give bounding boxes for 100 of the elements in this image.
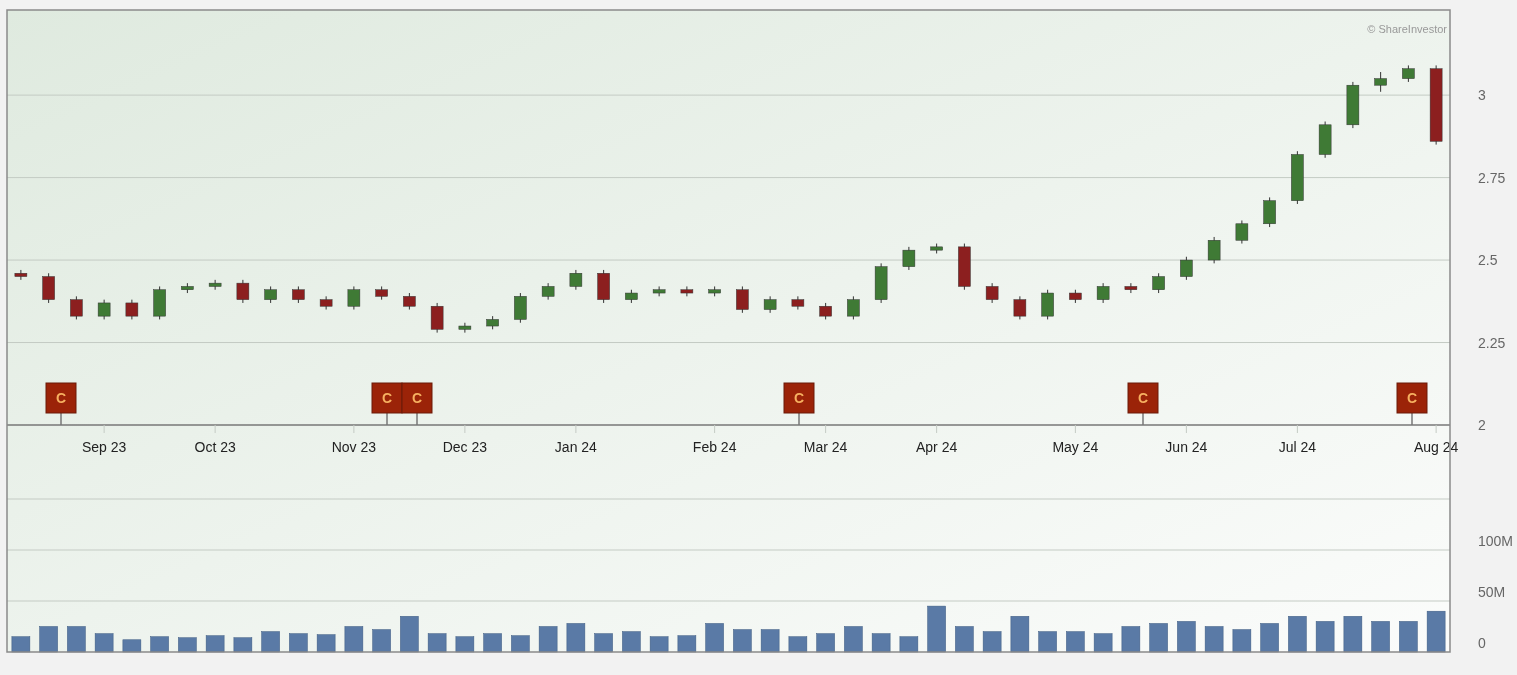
volume-bar (566, 623, 586, 653)
volume-bar (871, 633, 891, 653)
volume-bar (927, 605, 946, 653)
candlestick (736, 285, 749, 314)
price-axis-label: 2.25 (1478, 334, 1506, 351)
candlestick (1207, 236, 1221, 264)
candlestick (153, 285, 166, 320)
volume-bar (1343, 616, 1363, 653)
candlestick (541, 282, 555, 301)
volume-axis-label: 0 (1478, 635, 1486, 651)
candlestick (1263, 196, 1276, 228)
volume-bar (705, 623, 724, 653)
volume-bar (11, 636, 31, 653)
candlestick (1152, 272, 1165, 294)
volume-bar (1288, 616, 1307, 653)
candlestick (403, 292, 416, 311)
candlestick (375, 285, 388, 301)
volume-bar (899, 636, 919, 653)
date-axis-label: Jun 24 (1165, 439, 1208, 455)
candlestick (430, 302, 444, 334)
volume-bar (760, 629, 780, 653)
volume-bar (733, 629, 752, 653)
candlestick (1180, 256, 1193, 281)
candlestick (874, 262, 888, 304)
volume-bar (150, 636, 169, 653)
volume-bar (1066, 631, 1085, 653)
candlestick (292, 285, 305, 304)
volume-bar (1177, 621, 1196, 653)
candlestick (264, 285, 277, 304)
date-axis-label: May 24 (1052, 439, 1099, 455)
date-axis-label: Sep 23 (81, 439, 127, 455)
candlestick (1318, 121, 1332, 159)
volume-bar (1371, 621, 1390, 653)
volume-bar (400, 616, 419, 653)
volume-bar (1232, 629, 1252, 653)
volume-bar (955, 626, 974, 653)
candlestick (208, 279, 222, 291)
volume-bar (538, 626, 558, 653)
candlestick (791, 295, 805, 311)
volume-bar (1315, 621, 1335, 653)
candlestick (125, 299, 139, 320)
date-axis-label: Dec 23 (442, 439, 488, 455)
candlestick (819, 302, 832, 320)
candlestick (763, 295, 777, 314)
candlestick (14, 269, 28, 281)
volume-bar (1121, 626, 1141, 653)
volume-bar (1204, 626, 1224, 653)
date-axis-label: Feb 24 (692, 439, 737, 455)
candlestick (569, 269, 583, 291)
candlestick (680, 285, 694, 297)
candlestick (847, 295, 860, 320)
candlestick (902, 246, 916, 271)
price-axis-label: 3 (1478, 87, 1486, 104)
volume-bar (594, 633, 613, 653)
candlestick (1041, 289, 1054, 320)
volume-bar (94, 633, 114, 653)
date-axis-label: Apr 24 (916, 439, 958, 455)
candlestick (1096, 282, 1110, 304)
date-axis-label: Jan 24 (554, 439, 597, 455)
volume-axis-label: 50M (1478, 584, 1506, 600)
candlestick (1069, 289, 1082, 304)
date-axis-label: Nov 23 (331, 439, 377, 455)
candlestick (319, 295, 333, 311)
candlestick (236, 279, 250, 304)
date-axis-label: Mar 24 (803, 439, 848, 455)
volume-bar (788, 636, 808, 653)
candlestick (1291, 150, 1304, 205)
candlestick (1374, 71, 1387, 93)
volume-bar (982, 631, 1002, 653)
candlestick (97, 299, 111, 320)
candlestick (1402, 64, 1415, 83)
volume-bar (1010, 616, 1030, 653)
volume-bar (1038, 631, 1057, 653)
candlestick (1124, 282, 1138, 294)
volume-bar (455, 636, 475, 653)
volume-bar (844, 626, 863, 653)
price-axis-label: 2.5 (1478, 252, 1498, 269)
candlestick (597, 269, 610, 304)
candlestick (1346, 81, 1360, 129)
candlestick (1235, 219, 1249, 245)
candlestick (930, 243, 943, 254)
date-axis-label: Jul 24 (1278, 439, 1317, 455)
volume-bar (622, 631, 641, 653)
price-axis-label: 2.75 (1478, 169, 1506, 186)
volume-bar (1260, 623, 1279, 653)
volume-bar (1093, 633, 1113, 653)
volume-bar (316, 634, 336, 653)
volume-bar (427, 633, 447, 653)
candlestick (42, 272, 55, 304)
candlestick (708, 285, 721, 297)
volume-bar (372, 629, 391, 653)
candlestick (958, 243, 971, 291)
volume-bar (289, 633, 308, 653)
candlestick (181, 282, 194, 294)
volume-bar (649, 636, 669, 653)
volume-bar (344, 626, 364, 653)
candlestick (514, 292, 527, 324)
candlestick (486, 315, 499, 330)
volume-bar (816, 633, 835, 653)
candlestick (458, 322, 472, 334)
